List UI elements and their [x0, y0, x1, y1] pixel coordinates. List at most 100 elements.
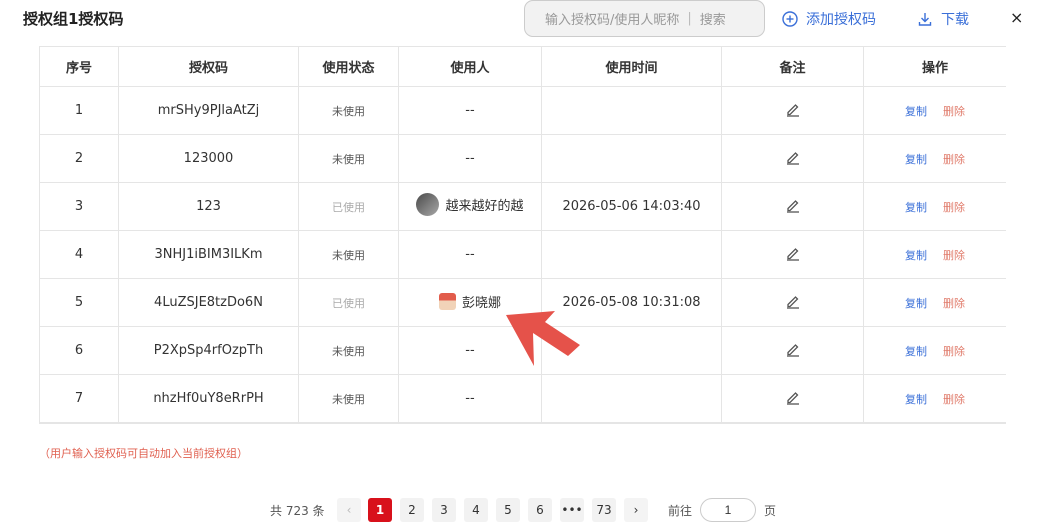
code-table: 序号 授权码 使用状态 使用人 使用时间 备注 操作 1 mrSHy9PJlaAt…: [39, 46, 1006, 424]
copy-button[interactable]: 复制: [905, 393, 927, 406]
edit-icon[interactable]: [785, 389, 801, 409]
page-button[interactable]: 6: [528, 498, 552, 522]
cell-actions: 复制 删除: [863, 230, 1006, 279]
table-row: 1 mrSHy9PJlaAtZj 未使用 -- 复制 删除: [39, 86, 1006, 135]
next-page-button[interactable]: ›: [624, 498, 648, 522]
add-code-button[interactable]: 添加授权码: [782, 9, 876, 29]
user-name: --: [465, 391, 475, 406]
avatar: [438, 292, 456, 310]
delete-button[interactable]: 删除: [943, 105, 965, 118]
table-header-row: 序号 授权码 使用状态 使用人 使用时间 备注 操作: [39, 46, 1006, 87]
col-header-status: 使用状态: [298, 46, 399, 87]
copy-button[interactable]: 复制: [905, 345, 927, 358]
search-button[interactable]: 搜索: [700, 9, 726, 28]
total-count: 共 723 条: [270, 504, 325, 518]
cell-note: [721, 230, 864, 279]
page-button[interactable]: 3: [432, 498, 456, 522]
delete-button[interactable]: 删除: [943, 201, 965, 214]
table-row: 3 123 已使用 越来越好的越 2026-05-06 14:03:40 复制 删除: [39, 182, 1006, 231]
download-label: 下载: [941, 12, 969, 28]
cell-index: 4: [39, 230, 119, 279]
close-icon[interactable]: ×: [1010, 8, 1023, 27]
goto-label: 前往: [668, 504, 693, 518]
delete-button[interactable]: 删除: [943, 393, 965, 406]
user-name: 越来越好的越: [445, 199, 524, 214]
user-name: 彭晓娜: [461, 295, 501, 311]
download-button[interactable]: 下载: [918, 9, 969, 29]
page-button[interactable]: 2: [400, 498, 424, 522]
edit-icon[interactable]: [785, 149, 801, 169]
table-row: 4 3NHJ1iBIM3ILKm 未使用 -- 复制 删除: [39, 230, 1006, 279]
cell-code: 123000: [118, 134, 299, 183]
cell-index: 6: [39, 326, 119, 375]
user-name: --: [465, 247, 475, 262]
search-box[interactable]: 输入授权码/使用人昵称 | 搜索: [524, 0, 765, 37]
cell-actions: 复制 删除: [863, 134, 1006, 183]
copy-button[interactable]: 复制: [905, 297, 927, 310]
search-input[interactable]: 输入授权码/使用人昵称: [525, 9, 679, 28]
cell-note: [721, 326, 864, 375]
page-button[interactable]: 1: [368, 498, 392, 522]
copy-button[interactable]: 复制: [905, 249, 927, 262]
cell-note: [721, 134, 864, 183]
cell-actions: 复制 删除: [863, 326, 1006, 375]
copy-button[interactable]: 复制: [905, 105, 927, 118]
page-button[interactable]: 73: [592, 498, 616, 522]
cell-actions: 复制 删除: [863, 182, 1006, 231]
cell-user: --: [398, 374, 542, 423]
delete-button[interactable]: 删除: [943, 249, 965, 262]
cell-user: --: [398, 326, 542, 375]
delete-button[interactable]: 删除: [943, 345, 965, 358]
user-name: --: [465, 343, 475, 358]
delete-button[interactable]: 删除: [943, 297, 965, 310]
add-circle-icon: [782, 11, 798, 27]
page-button[interactable]: 4: [464, 498, 488, 522]
search-divider: |: [687, 11, 692, 26]
page-ellipsis[interactable]: •••: [560, 498, 584, 522]
cell-note: [721, 86, 864, 135]
edit-icon[interactable]: [785, 341, 801, 361]
cell-time: 2026-05-06 14:03:40: [541, 182, 722, 231]
cell-time: [541, 134, 722, 183]
prev-page-button[interactable]: ‹: [337, 498, 361, 522]
cell-note: [721, 278, 864, 327]
edit-icon[interactable]: [785, 101, 801, 121]
cell-index: 5: [39, 278, 119, 327]
edit-icon[interactable]: [785, 293, 801, 313]
cell-time: [541, 326, 722, 375]
cell-index: 1: [39, 86, 119, 135]
cell-time: 2026-05-08 10:31:08: [541, 278, 722, 327]
download-icon: [918, 13, 932, 26]
cell-user: --: [398, 230, 542, 279]
cell-code: mrSHy9PJlaAtZj: [118, 86, 299, 135]
cell-status: 已使用: [298, 182, 399, 231]
table-row: 2 123000 未使用 -- 复制 删除: [39, 134, 1006, 183]
cell-code: 3NHJ1iBIM3ILKm: [118, 230, 299, 279]
cell-code: 4LuZSJE8tzDo6N: [118, 278, 299, 327]
cell-user: 彭晓娜: [398, 278, 542, 327]
pagination: 共 723 条 ‹ 1 2 3 4 5 6 ••• 73 › 前往 页: [0, 498, 1039, 524]
col-header-index: 序号: [39, 46, 119, 87]
copy-button[interactable]: 复制: [905, 201, 927, 214]
cell-user: 越来越好的越: [398, 182, 542, 231]
cell-user: --: [398, 86, 542, 135]
cell-actions: 复制 删除: [863, 374, 1006, 423]
cell-status: 未使用: [298, 134, 399, 183]
page-button[interactable]: 5: [496, 498, 520, 522]
cell-time: [541, 86, 722, 135]
edit-icon[interactable]: [785, 197, 801, 217]
edit-icon[interactable]: [785, 245, 801, 265]
cell-index: 2: [39, 134, 119, 183]
cell-actions: 复制 删除: [863, 278, 1006, 327]
page-suffix: 页: [764, 504, 777, 518]
copy-button[interactable]: 复制: [905, 153, 927, 166]
table-row: 5 4LuZSJE8tzDo6N 已使用 彭晓娜 2026-05-08 10:31:08…: [39, 278, 1006, 327]
col-header-time: 使用时间: [541, 46, 722, 87]
cell-code: P2XpSp4rfOzpTh: [118, 326, 299, 375]
cell-status: 未使用: [298, 326, 399, 375]
delete-button[interactable]: 删除: [943, 153, 965, 166]
col-header-code: 授权码: [118, 46, 299, 87]
cell-user: --: [398, 134, 542, 183]
cell-note: [721, 374, 864, 423]
goto-page-input[interactable]: [700, 498, 756, 522]
